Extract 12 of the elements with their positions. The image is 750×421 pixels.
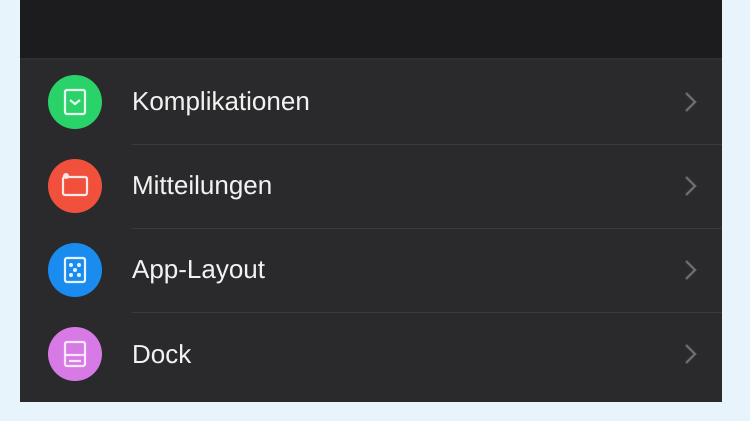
chevron-icon [684, 343, 698, 365]
settings-row[interactable]: Mitteilungen [20, 144, 722, 228]
chevron-icon [684, 174, 698, 196]
settings-row[interactable]: App-Layout [20, 228, 722, 312]
row-label: Mitteilungen [132, 170, 274, 201]
chevron-icon [684, 90, 698, 112]
chevron-icon [684, 258, 698, 280]
settings-row[interactable]: Dock [20, 312, 722, 396]
row-label: Komplikationen [132, 86, 311, 117]
row-label: App-Layout [132, 254, 266, 285]
row-label: Dock [132, 338, 192, 370]
settings-row[interactable]: Komplikationen [20, 60, 722, 144]
